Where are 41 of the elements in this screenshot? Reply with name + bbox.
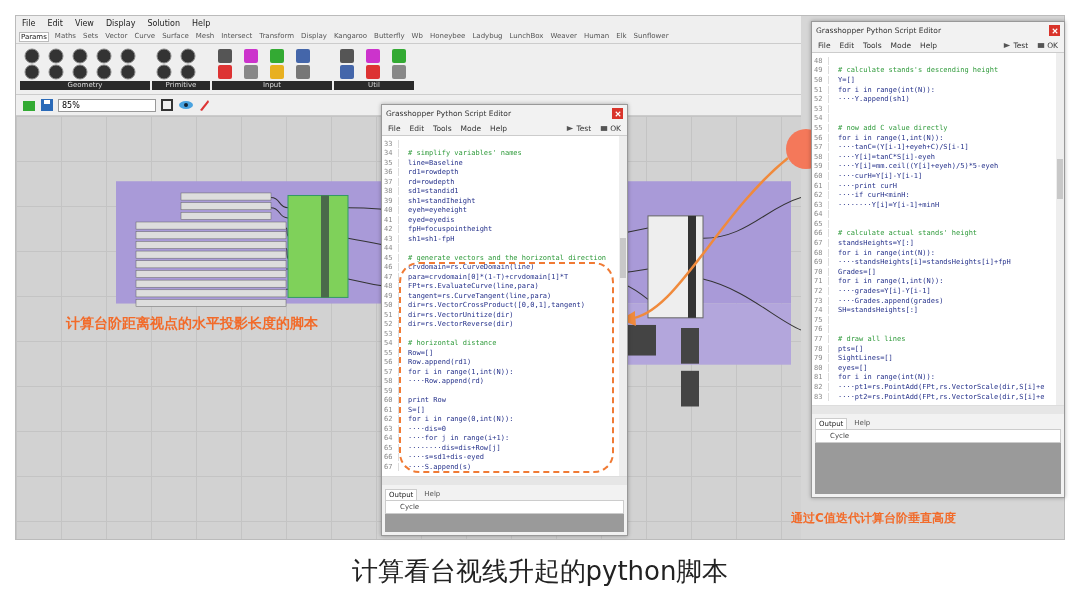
input-node[interactable] [135, 241, 287, 249]
menu-item[interactable]: Solution [147, 19, 180, 28]
figure-caption: 计算看台视线升起的python脚本 [351, 555, 729, 588]
menu-item[interactable]: Display [105, 19, 136, 28]
save-icon[interactable] [40, 98, 54, 112]
input-node[interactable] [180, 192, 272, 201]
component-node[interactable] [681, 370, 699, 407]
input-node[interactable] [180, 202, 272, 210]
input-node[interactable] [135, 250, 287, 259]
input-node[interactable] [135, 221, 287, 230]
horizontal-scrollbar[interactable] [382, 476, 627, 485]
annotation-text: 通过C值迭代计算台阶垂直高度 [791, 510, 956, 527]
window-icon [600, 125, 609, 132]
play-icon [566, 125, 575, 132]
folder-icon[interactable] [22, 98, 36, 112]
input-node[interactable] [180, 212, 272, 220]
vertical-scrollbar[interactable] [1056, 53, 1064, 405]
menu-item[interactable]: Help [191, 19, 211, 28]
menu-item[interactable]: Edit [47, 19, 63, 28]
component-node[interactable] [681, 328, 699, 364]
input-node[interactable] [135, 299, 287, 307]
input-node[interactable] [135, 270, 287, 278]
input-node[interactable] [135, 279, 287, 288]
input-node[interactable] [135, 260, 287, 269]
close-button[interactable] [612, 108, 623, 119]
menu-item[interactable]: View [74, 19, 94, 28]
horizontal-scrollbar[interactable] [812, 405, 1064, 414]
play-icon [1003, 42, 1012, 49]
component-node[interactable] [287, 195, 349, 298]
zoom-extents-icon[interactable] [160, 98, 174, 112]
zoom-field[interactable]: 85% [58, 98, 156, 112]
vertical-scrollbar[interactable] [619, 136, 627, 476]
menu-item[interactable]: File [22, 19, 36, 28]
input-node[interactable] [135, 289, 287, 298]
input-node[interactable] [135, 231, 287, 240]
eye-icon[interactable] [178, 99, 194, 111]
close-button[interactable] [1049, 25, 1060, 36]
window-icon [1037, 42, 1046, 49]
brush-icon[interactable] [198, 98, 210, 112]
component-node[interactable] [647, 215, 704, 319]
annotation-text: 计算台阶距离视点的水平投影长度的脚本 [66, 315, 318, 333]
